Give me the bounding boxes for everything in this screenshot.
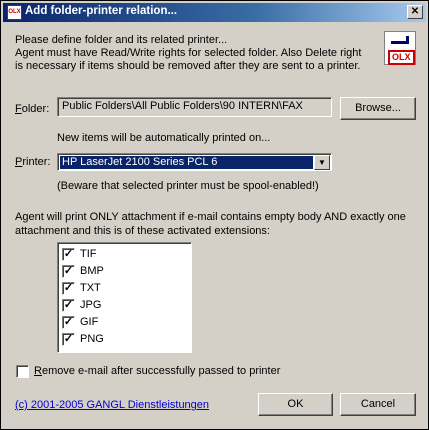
dropdown-arrow-icon[interactable]: ▼ bbox=[314, 155, 330, 170]
browse-button[interactable]: Browse... bbox=[340, 97, 416, 120]
copyright-link[interactable]: (c) 2001-2005 GANGL Dienstleistungen bbox=[15, 399, 209, 411]
app-icon: OLX bbox=[7, 5, 22, 20]
ok-button[interactable]: OK bbox=[258, 393, 333, 416]
intro-line-1: Please define folder and its related pri… bbox=[15, 34, 228, 46]
printer-label: Printer: bbox=[15, 156, 51, 168]
folder-path-field[interactable]: Public Folders\All Public Folders\90 INT… bbox=[57, 97, 332, 117]
plug-icon bbox=[391, 36, 409, 44]
window-title: Add folder-printer relation... bbox=[25, 5, 178, 17]
extension-label: GIF bbox=[80, 316, 99, 328]
cancel-button[interactable]: Cancel bbox=[340, 393, 416, 416]
attachments-desc-line-1: Agent will print ONLY attachment if e-ma… bbox=[15, 211, 406, 223]
extension-label: PNG bbox=[80, 333, 104, 345]
close-button[interactable]: ✕ bbox=[407, 5, 423, 19]
extension-label: TXT bbox=[80, 282, 101, 294]
remove-email-label[interactable]: Remove e-mail after successfully passed … bbox=[34, 365, 280, 377]
checkbox-tif[interactable]: ✓ bbox=[62, 248, 75, 261]
logo-text: OLX bbox=[388, 50, 415, 65]
extension-label: JPG bbox=[80, 299, 102, 311]
checkbox-jpg[interactable]: ✓ bbox=[62, 299, 75, 312]
extension-label: BMP bbox=[80, 265, 104, 277]
printer-warning: (Beware that selected printer must be sp… bbox=[57, 180, 319, 192]
dialog-window: OLX Add folder-printer relation... ✕ Ple… bbox=[0, 0, 429, 430]
folder-label: Folder: bbox=[15, 103, 50, 115]
olx-logo-icon: OLX bbox=[384, 31, 416, 65]
checkbox-gif[interactable]: ✓ bbox=[62, 316, 75, 329]
printer-select[interactable]: HP LaserJet 2100 Series PCL 6 ▼ bbox=[57, 153, 332, 171]
extensions-list[interactable]: ✓ TIF ✓ BMP ✓ TXT ✓ JPG ✓ GIF ✓ PNG bbox=[57, 242, 192, 353]
intro-line-2: Agent must have Read/Write rights for se… bbox=[15, 47, 362, 59]
title-bar[interactable]: OLX Add folder-printer relation... ✕ bbox=[3, 3, 426, 22]
printer-select-value: HP LaserJet 2100 Series PCL 6 bbox=[60, 156, 313, 169]
printer-hint: New items will be automatically printed … bbox=[57, 132, 271, 144]
attachments-desc-line-2: attachment and this is of these activate… bbox=[15, 225, 270, 237]
intro-line-3: is necessary if items should be removed … bbox=[15, 60, 361, 72]
remove-email-checkbox[interactable] bbox=[16, 365, 29, 378]
checkbox-txt[interactable]: ✓ bbox=[62, 282, 75, 295]
checkbox-bmp[interactable]: ✓ bbox=[62, 265, 75, 278]
checkbox-png[interactable]: ✓ bbox=[62, 333, 75, 346]
extension-label: TIF bbox=[80, 248, 97, 260]
